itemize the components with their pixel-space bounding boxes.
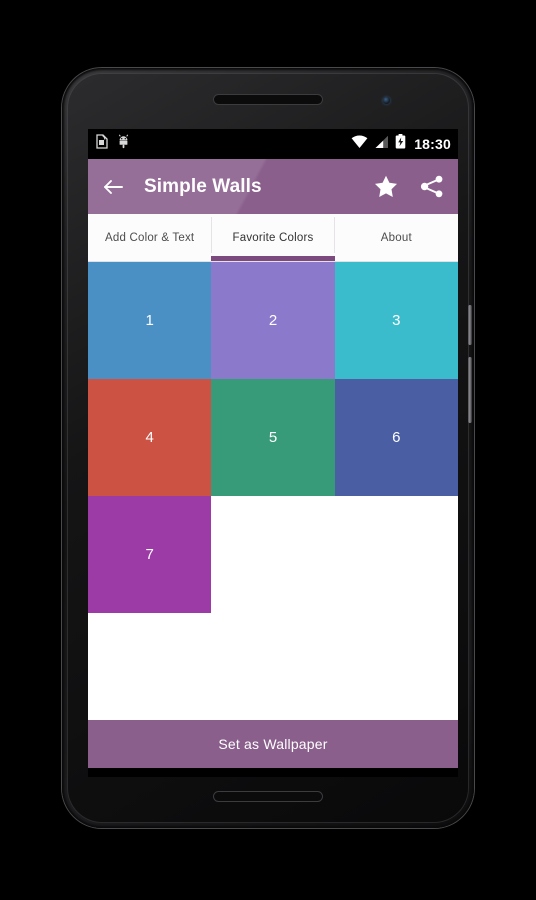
- set-as-wallpaper-label: Set as Wallpaper: [218, 736, 328, 752]
- color-swatch[interactable]: 4: [88, 379, 212, 496]
- cellular-signal-icon: [374, 135, 389, 154]
- earpiece-speaker: [214, 95, 322, 104]
- star-icon[interactable]: [374, 175, 398, 198]
- color-swatch[interactable]: 1: [88, 262, 212, 379]
- color-swatch-label: 7: [145, 546, 154, 563]
- tab-add-color-text[interactable]: Add Color & Text: [88, 214, 211, 261]
- nav-back-icon[interactable]: [153, 770, 199, 777]
- volume-button[interactable]: [468, 357, 472, 423]
- phone-device-frame: 18:30 Simple Walls Add Color & Text Favo…: [62, 68, 474, 828]
- sim-card-icon: [95, 134, 108, 154]
- nav-recents-icon[interactable]: [347, 770, 393, 777]
- favorite-colors-panel: 1 2 3 4 5 6 7: [88, 262, 458, 720]
- color-swatch-label: 1: [145, 312, 154, 329]
- share-icon[interactable]: [420, 175, 444, 198]
- tab-bar: Add Color & Text Favorite Colors About: [88, 214, 458, 262]
- power-button[interactable]: [468, 305, 472, 345]
- tab-label: About: [380, 231, 412, 244]
- tab-favorite-colors[interactable]: Favorite Colors: [211, 214, 335, 261]
- set-as-wallpaper-button[interactable]: Set as Wallpaper: [88, 720, 458, 768]
- front-camera: [383, 97, 390, 104]
- color-swatch-label: 5: [268, 429, 278, 446]
- page-title: Simple Walls: [144, 175, 262, 197]
- color-swatch[interactable]: 7: [88, 496, 212, 613]
- android-navigation-bar: [88, 768, 458, 777]
- color-swatch[interactable]: 2: [211, 262, 335, 379]
- status-bar-clock: 18:30: [414, 136, 451, 152]
- status-bar: 18:30: [88, 129, 458, 159]
- app-bar-actions: [374, 175, 444, 198]
- battery-charging-icon: [395, 134, 406, 154]
- color-swatch[interactable]: 6: [334, 379, 458, 496]
- android-robot-icon: [117, 134, 130, 154]
- tab-label: Favorite Colors: [232, 231, 314, 244]
- color-swatch-label: 3: [392, 312, 401, 329]
- tab-selected-indicator: [211, 256, 335, 261]
- phone-screen: 18:30 Simple Walls Add Color & Text Favo…: [88, 129, 458, 777]
- color-swatch-label: 6: [392, 429, 401, 446]
- nav-home-icon[interactable]: [250, 770, 296, 777]
- color-swatch-label: 4: [145, 429, 154, 446]
- wifi-icon: [351, 134, 368, 154]
- tab-label: Add Color & Text: [105, 231, 195, 244]
- color-swatch[interactable]: 5: [211, 379, 335, 496]
- color-swatch-grid: 1 2 3 4 5 6 7: [88, 262, 458, 613]
- back-arrow-icon[interactable]: [102, 177, 124, 197]
- color-swatch[interactable]: 3: [334, 262, 458, 379]
- status-bar-notifications: [95, 134, 130, 154]
- app-bar: Simple Walls: [88, 159, 458, 214]
- phone-bezel: 18:30 Simple Walls Add Color & Text Favo…: [67, 73, 472, 823]
- status-bar-system-icons: 18:30: [351, 134, 451, 154]
- tab-about[interactable]: About: [335, 214, 458, 261]
- bottom-speaker: [214, 792, 322, 801]
- color-swatch-label: 2: [268, 312, 278, 329]
